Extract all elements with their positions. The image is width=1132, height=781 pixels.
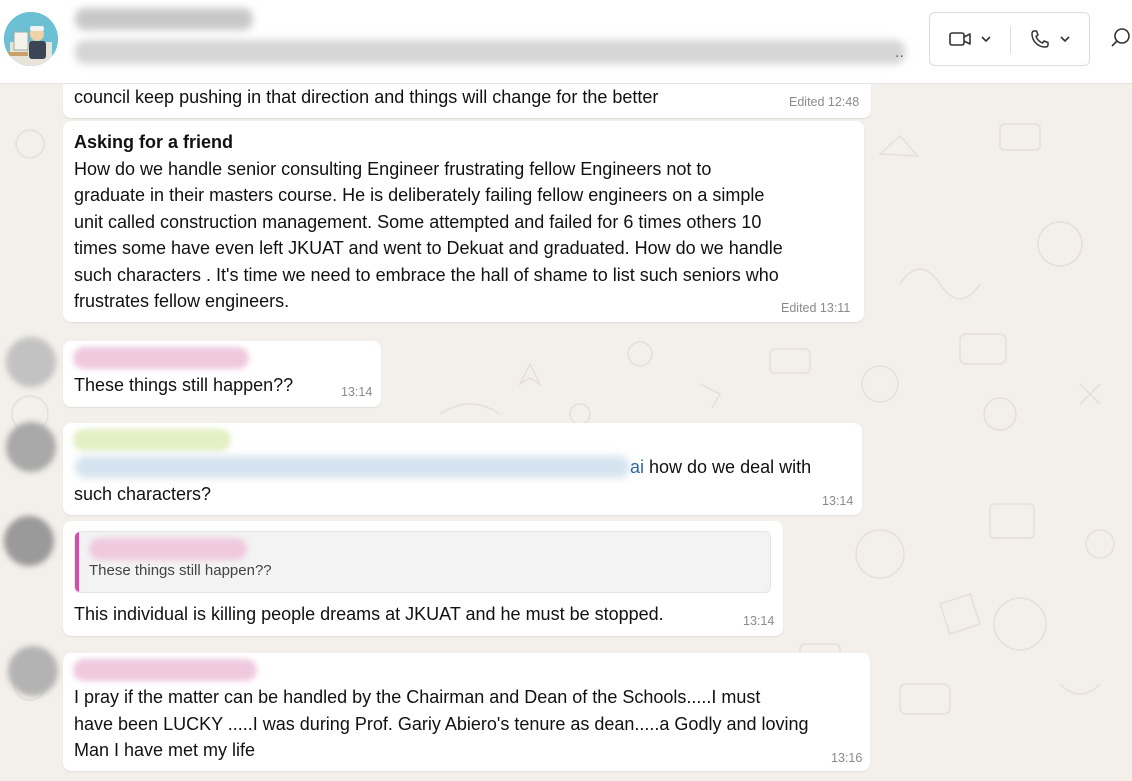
message-time: 13:16 [831, 751, 863, 765]
message-bubble[interactable]: council keep pushing in that direction a… [63, 84, 871, 118]
message-bubble[interactable]: Asking for a friend How do we handle sen… [63, 121, 864, 322]
message-line: ai how do we deal with [630, 454, 811, 481]
quoted-text: These things still happen?? [89, 562, 272, 579]
members-ellipsis: .. [895, 44, 904, 61]
mention-redacted[interactable] [75, 456, 630, 478]
message-line: Man I have met my life [74, 740, 256, 760]
message-heading: Asking for a friend [74, 132, 234, 152]
group-members-redacted [75, 40, 905, 64]
message-text: These things still happen?? [74, 375, 294, 395]
message-line: I pray if the matter can be handled by t… [74, 687, 761, 707]
avatar[interactable] [6, 422, 56, 472]
group-avatar-image [4, 12, 58, 66]
group-avatar[interactable] [4, 12, 58, 66]
message-text: council keep pushing in that direction a… [74, 87, 659, 107]
quote-accent-bar [75, 532, 79, 592]
group-name-redacted [75, 8, 253, 30]
message-line: How do we handle senior consulting Engin… [74, 158, 712, 179]
voice-call-button[interactable] [1010, 13, 1090, 65]
message-time: Edited 13:11 [781, 301, 851, 315]
sender-name-redacted [73, 429, 231, 451]
avatar[interactable] [6, 337, 56, 387]
message-time: 13:14 [743, 614, 775, 628]
message-text: how do we deal with [644, 457, 812, 477]
message-time: 13:14 [822, 494, 854, 508]
sender-name-redacted [73, 347, 249, 369]
message-line: have been LUCKY .....I was during Prof. … [74, 713, 809, 734]
message-time: Edited 12:48 [789, 95, 860, 109]
avatar[interactable] [8, 646, 58, 696]
sender-name-redacted [73, 659, 257, 681]
message-line: unit called construction management. Som… [74, 211, 762, 232]
message-text: This individual is killing people dreams… [74, 604, 664, 624]
search-button[interactable] [1108, 24, 1132, 54]
message-line: frustrates fellow engineers. [74, 291, 290, 311]
message-line: such characters? [74, 483, 212, 504]
message-bubble[interactable]: These things still happen?? 13:14 [63, 341, 381, 407]
message-time: 13:14 [341, 385, 373, 399]
message-bubble[interactable]: ai how do we deal with such characters? … [63, 423, 862, 515]
message-bubble[interactable]: These things still happen?? This individ… [63, 521, 783, 636]
video-camera-icon [949, 32, 971, 46]
chat-header: .. [0, 0, 1132, 84]
call-controls [929, 12, 1090, 66]
chevron-down-icon [1060, 36, 1070, 43]
quoted-sender-redacted [89, 538, 247, 560]
message-bubble[interactable]: I pray if the matter can be handled by t… [63, 653, 870, 771]
message-line: times some have even left JKUAT and went… [74, 238, 783, 258]
message-list[interactable]: council keep pushing in that direction a… [0, 84, 1132, 781]
chevron-down-icon [981, 36, 991, 43]
mention-tail[interactable]: ai [630, 457, 644, 477]
message-line: graduate in their masters course. He is … [74, 185, 765, 205]
quoted-message[interactable]: These things still happen?? [74, 531, 771, 593]
video-call-button[interactable] [930, 13, 1010, 65]
phone-icon [1031, 30, 1049, 48]
avatar[interactable] [4, 516, 54, 566]
message-line: such characters . It's time we need to e… [74, 264, 779, 285]
search-icon [1111, 28, 1130, 47]
